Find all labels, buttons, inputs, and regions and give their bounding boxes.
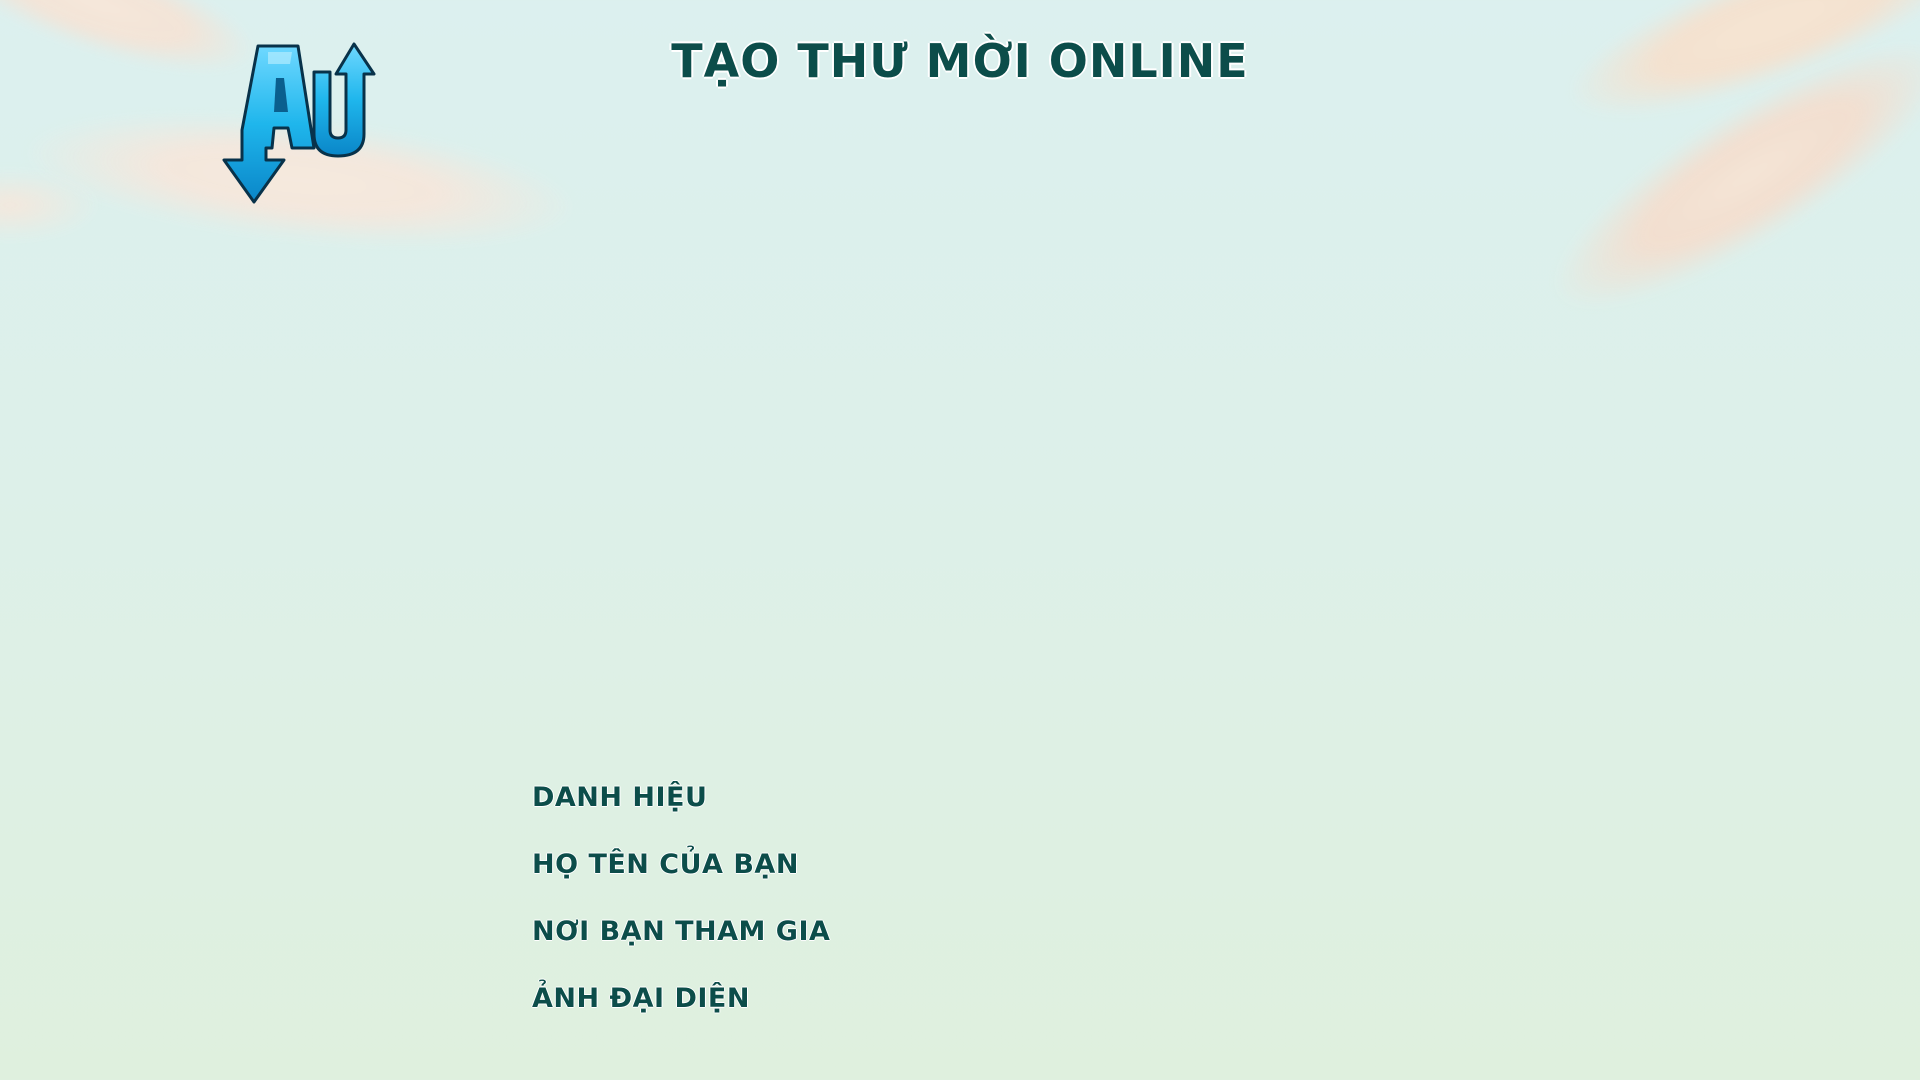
field-label-location[interactable]: NƠI BẠN THAM GIA	[532, 912, 830, 979]
field-label-full-name[interactable]: HỌ TÊN CỦA BẠN	[532, 845, 830, 912]
field-label-title[interactable]: DANH HIỆU	[532, 778, 830, 845]
page-title: TẠO THƯ MỜI ONLINE	[671, 34, 1249, 88]
field-label-avatar[interactable]: ẢNH ĐẠI DIỆN	[532, 979, 830, 1046]
form-labels: DANH HIỆU HỌ TÊN CỦA BẠN NƠI BẠN THAM GI…	[532, 778, 830, 1046]
